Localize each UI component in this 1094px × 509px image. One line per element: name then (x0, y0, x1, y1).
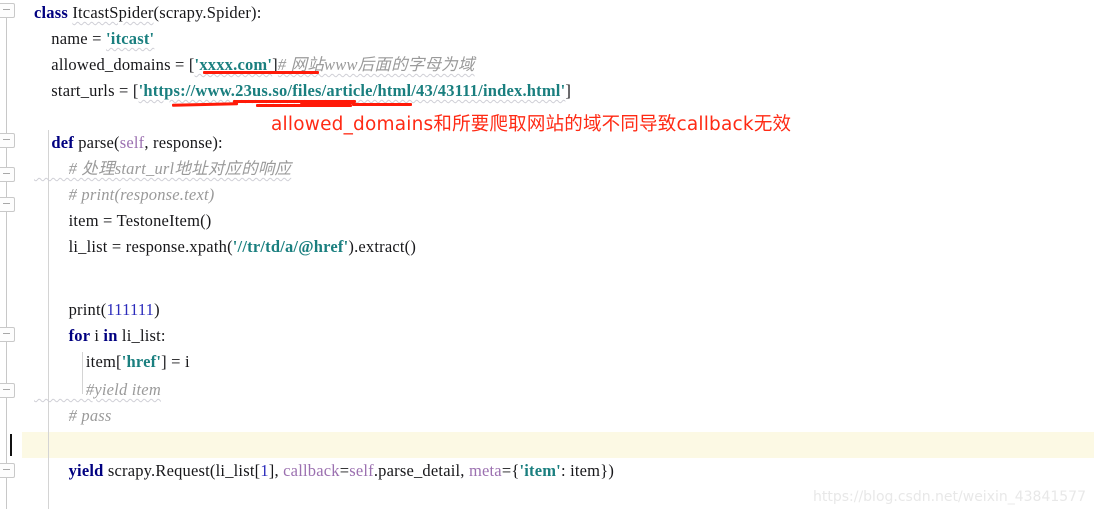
code-token: meta (468, 461, 502, 480)
code-token: item = TestoneItem() (34, 211, 212, 230)
code-token: scrapy.Request(li_list[ (107, 461, 261, 480)
red-stroke-above-note-b (300, 101, 353, 104)
code-token: # pass (34, 406, 112, 425)
code-token: allowed_domains = [ (34, 55, 195, 74)
code-token: self (119, 133, 145, 152)
code-line[interactable]: # 处理start_url地址对应的响应 (34, 156, 291, 182)
code-line[interactable]: li_list = response.xpath('//tr/td/a/@hre… (34, 234, 416, 260)
code-token: 1 (260, 461, 269, 480)
code-line[interactable]: print(111111) (34, 297, 160, 323)
code-token: , response): (144, 133, 223, 152)
fold-rail (6, 476, 7, 509)
code-token: print( (34, 300, 107, 319)
code-token: ={ (501, 461, 520, 480)
code-fold-toggle-icon[interactable] (0, 197, 15, 212)
code-token: li_list = response.xpath( (34, 237, 233, 256)
red-underline-start-url-c (352, 103, 412, 106)
red-stroke-above-note-a (256, 104, 352, 107)
code-line[interactable]: yield scrapy.Request(li_list[1], callbac… (34, 458, 614, 484)
editor-gutter[interactable] (0, 0, 22, 509)
code-line[interactable]: #yield item (34, 377, 161, 403)
code-token: # 处理start_url地址对应的响应 (34, 159, 292, 178)
text-caret (10, 434, 12, 456)
fold-rail (6, 396, 7, 464)
code-token: ) (154, 300, 160, 319)
code-line[interactable]: def parse(self, response): (34, 130, 223, 156)
code-line[interactable]: name = 'itcast' (34, 26, 154, 52)
code-token: def (51, 133, 79, 152)
code-token: 111111 (106, 300, 155, 319)
code-token: yield (68, 461, 108, 480)
code-token: (scrapy.Spider): (153, 3, 262, 22)
code-token: ] = i (161, 352, 190, 371)
code-line[interactable]: for i in li_list: (34, 323, 166, 349)
code-fold-toggle-icon[interactable] (0, 167, 15, 182)
code-token: 'href' (121, 352, 162, 371)
code-line[interactable]: item = TestoneItem() (34, 208, 212, 234)
code-token: self (349, 461, 374, 480)
red-underline-allowed-domains (203, 71, 319, 74)
code-fold-toggle-icon[interactable] (0, 463, 15, 478)
code-token: for (68, 326, 95, 345)
code-token: start_urls = [ (34, 81, 139, 100)
code-fold-toggle-icon[interactable] (0, 3, 15, 18)
code-editor-viewport[interactable]: class ItcastSpider(scrapy.Spider): name … (0, 0, 1094, 509)
code-line[interactable]: item['href'] = i (34, 349, 190, 375)
blog-watermark: https://blog.csdn.net/weixin_43841577 (812, 489, 1086, 505)
code-token: '//tr/td/a/@href' (232, 237, 349, 256)
code-token: 'item' (519, 461, 561, 480)
code-token: item[ (34, 352, 122, 371)
code-token: parse( (78, 133, 120, 152)
code-token: 'itcast' (106, 29, 155, 48)
fold-rail (6, 16, 7, 136)
code-token: ).extract() (348, 237, 417, 256)
code-token: #yield item (34, 380, 161, 399)
code-line[interactable]: class ItcastSpider(scrapy.Spider): (34, 0, 262, 26)
code-line[interactable]: # pass (34, 403, 112, 429)
fold-rail (6, 146, 7, 168)
code-token: # print(response.text) (34, 185, 215, 204)
code-token: ] (565, 81, 572, 100)
code-token: ], (268, 461, 284, 480)
code-token: : item}) (560, 461, 615, 480)
code-line[interactable]: # print(response.text) (34, 182, 215, 208)
red-annotation-note: allowed_domains和所要爬取网站的域不同导致callback无效 (271, 114, 792, 135)
code-token: ItcastSpider (72, 3, 154, 22)
code-token: .parse_detail, (373, 461, 469, 480)
code-fold-toggle-icon[interactable] (0, 383, 15, 398)
code-token: callback (283, 461, 340, 480)
code-token: = (339, 461, 350, 480)
code-token: name = (34, 29, 106, 48)
code-token: 'https://www.23us.so/files/article/html/… (138, 81, 566, 100)
code-fold-toggle-icon[interactable] (0, 133, 15, 148)
code-token: in (103, 326, 122, 345)
code-token: class (34, 3, 73, 22)
fold-rail (6, 210, 7, 328)
code-content[interactable]: class ItcastSpider(scrapy.Spider): name … (0, 0, 1094, 509)
code-line[interactable]: allowed_domains = ['xxxx.com']# 网站www后面的… (34, 52, 475, 78)
code-token: li_list: (121, 326, 166, 345)
fold-rail (6, 340, 7, 384)
code-fold-toggle-icon[interactable] (0, 327, 15, 342)
fold-rail (6, 180, 7, 198)
